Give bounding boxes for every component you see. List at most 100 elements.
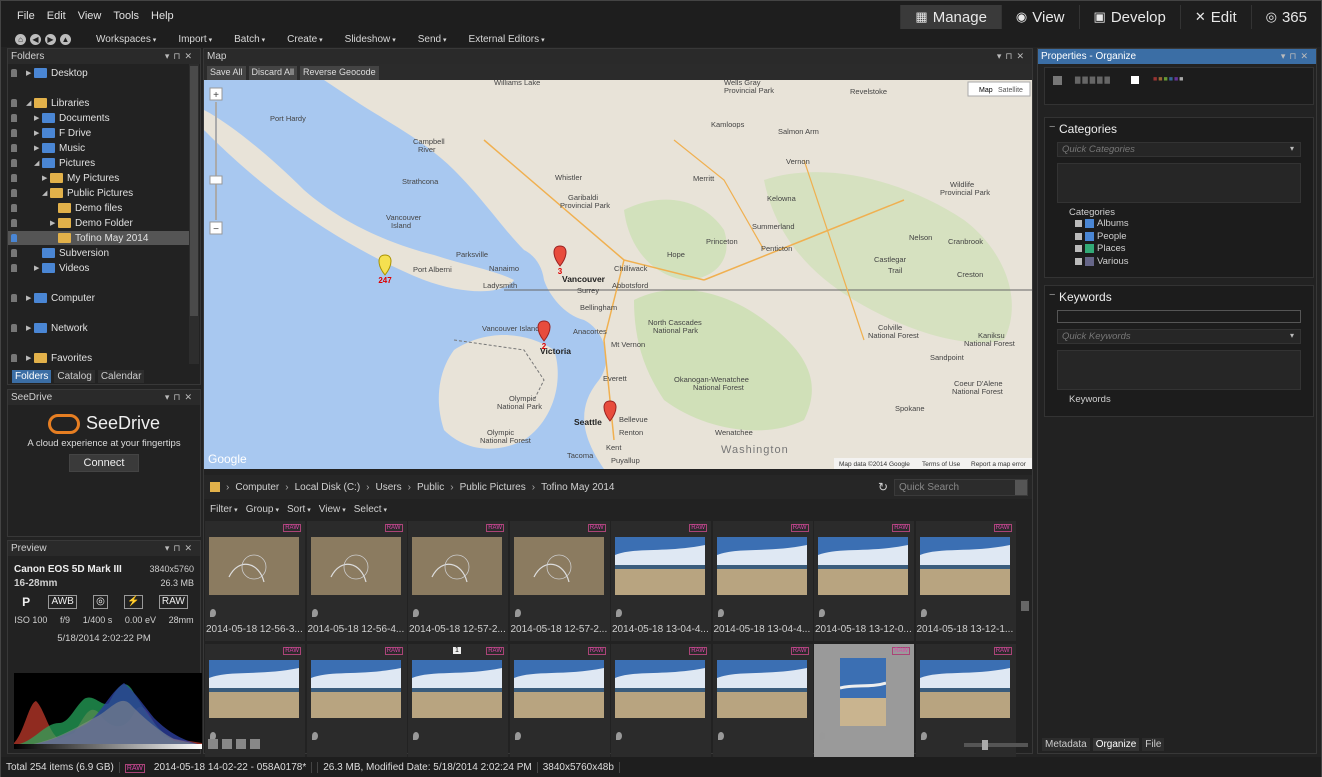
save-all-button[interactable]: Save All [207, 66, 246, 80]
tab-folders[interactable]: Folders [12, 370, 52, 383]
thumbnail-cell[interactable]: RAW 2014-05-18 13-12-1... [915, 521, 1016, 641]
thumbnail-cell[interactable]: RAW [611, 644, 711, 764]
folder-item[interactable]: ▶ Network [8, 321, 194, 335]
keywords-title[interactable]: Keywords [1045, 286, 1313, 304]
tab-file[interactable]: File [1142, 738, 1165, 751]
up-icon[interactable]: ▲ [60, 33, 71, 45]
thumbnail-cell[interactable]: RAW 2014-05-18 12-56-4... [306, 521, 407, 641]
category-albums[interactable]: Albums [1045, 218, 1313, 231]
refresh-icon[interactable]: ↻ [878, 480, 888, 494]
folder-item[interactable]: ▶ Favorites [8, 351, 194, 365]
rotate-right-icon[interactable] [222, 739, 232, 749]
tab-organize[interactable]: Organize [1092, 738, 1140, 751]
panel-controls[interactable]: ▾⊓✕ [165, 49, 196, 64]
thumbnail-cell[interactable]: RAW 2014-05-18 13-12-0... [814, 521, 914, 641]
mode-view[interactable]: ◉ View [1000, 5, 1079, 29]
thumbnail-cell[interactable]: RAW 2014-05-18 13-04-4... [611, 521, 711, 641]
panel-controls[interactable]: ▾⊓✕ [997, 49, 1028, 64]
zoom-slider[interactable] [964, 740, 1028, 750]
folder-item[interactable]: ◢ Pictures [8, 156, 194, 170]
external-editors-menu[interactable]: External Editors [460, 34, 554, 45]
layout-icon[interactable] [250, 739, 260, 749]
thumbnail-cell[interactable]: RAW 2014-05-18 12-57-2... [509, 521, 610, 641]
menu-tools[interactable]: Tools [107, 10, 145, 22]
breadcrumb-item[interactable]: Local Disk (C:) [295, 482, 361, 493]
reverse-geocode-button[interactable]: Reverse Geocode [300, 66, 379, 80]
thumbnail-cell[interactable]: RAW 2014-05-18 12-57-2... [408, 521, 508, 641]
categories-title[interactable]: Categories [1045, 118, 1313, 136]
folder-item[interactable]: ▶ Computer [8, 291, 194, 305]
clear-rating-icon[interactable] [1131, 76, 1139, 84]
category-various[interactable]: Various [1045, 256, 1313, 269]
breadcrumb-item[interactable]: Users [376, 482, 402, 493]
forward-icon[interactable]: ▶ [45, 33, 56, 45]
group-menu[interactable]: Group [246, 504, 279, 515]
mode-edit[interactable]: ✕ Edit [1179, 5, 1251, 29]
import-menu[interactable]: Import [169, 34, 221, 45]
filter-menu[interactable]: Filter [210, 504, 238, 515]
tab-metadata[interactable]: Metadata [1042, 738, 1090, 751]
thumbnail-cell[interactable]: RAW [814, 644, 914, 764]
batch-menu[interactable]: Batch [225, 34, 274, 45]
tag-icon[interactable] [236, 739, 246, 749]
create-menu[interactable]: Create [278, 34, 331, 45]
color-labels[interactable]: ■■■■■■ [1153, 76, 1184, 83]
breadcrumb-item[interactable]: Public Pictures [460, 482, 526, 493]
folder-item[interactable]: Subversion [8, 246, 194, 260]
quick-categories-select[interactable]: Quick Categories [1057, 142, 1301, 157]
folder-item[interactable]: ▶ F Drive [8, 126, 194, 140]
mode-manage[interactable]: ▦ Manage [900, 5, 1001, 29]
rating-stars[interactable]: ▇▇▇▇▇ [1075, 76, 1112, 84]
search-dropdown[interactable] [1015, 480, 1027, 495]
map-view[interactable]: + − Map Satellite Williams Lake Wells Gr… [204, 80, 1032, 469]
menu-help[interactable]: Help [145, 10, 180, 22]
thumbnail-cell[interactable]: RAW [306, 644, 407, 764]
folder-item[interactable]: ▶ Videos [8, 261, 194, 275]
menu-view[interactable]: View [72, 10, 108, 22]
menu-file[interactable]: File [11, 10, 41, 22]
keyword-root[interactable]: Keywords [1057, 394, 1313, 405]
home-icon[interactable]: ⌂ [15, 33, 26, 45]
select-menu[interactable]: Select [354, 504, 387, 515]
panel-controls[interactable]: ▾⊓✕ [1281, 49, 1312, 64]
map-type-map[interactable]: Map [979, 87, 993, 94]
folder-item[interactable]: ◢ Public Pictures [8, 186, 194, 200]
folder-item[interactable]: ▶ Documents [8, 111, 194, 125]
menu-edit[interactable]: Edit [41, 10, 72, 22]
folder-item[interactable]: ▶ My Pictures [8, 171, 194, 185]
thumbnail-cell[interactable]: RAW 2014-05-18 13-04-4... [712, 521, 813, 641]
sort-menu[interactable]: Sort [287, 504, 311, 515]
panel-controls[interactable]: ▾⊓✕ [165, 390, 196, 405]
workspaces-menu[interactable]: Workspaces [87, 34, 165, 45]
tag-checkbox[interactable] [1053, 76, 1062, 85]
category-root[interactable]: Categories [1057, 207, 1313, 218]
quick-keywords-select[interactable]: Quick Keywords [1057, 329, 1301, 344]
tab-catalog[interactable]: Catalog [54, 370, 95, 383]
back-icon[interactable]: ◀ [30, 33, 41, 45]
category-places[interactable]: Places [1045, 243, 1313, 256]
map-type-satellite[interactable]: Satellite [998, 87, 1023, 94]
keyword-input[interactable] [1057, 310, 1301, 323]
category-people[interactable]: People [1045, 231, 1313, 244]
rotate-left-icon[interactable] [208, 739, 218, 749]
thumbnail-cell[interactable]: RAW 2014-05-18 12-56-3... [205, 521, 305, 641]
thumbnails-scrollbar[interactable] [1020, 521, 1030, 735]
folder-item[interactable]: Demo files [8, 201, 194, 215]
breadcrumb-item[interactable]: Computer [235, 482, 279, 493]
discard-all-button[interactable]: Discard All [248, 66, 298, 80]
thumbnail-cell[interactable]: RAW [509, 644, 610, 764]
panel-controls[interactable]: ▾⊓✕ [165, 541, 196, 556]
folder-item[interactable]: ▶ Desktop [8, 66, 194, 80]
breadcrumb-item[interactable]: Public [417, 482, 444, 493]
view-menu[interactable]: View [319, 504, 346, 515]
tab-calendar[interactable]: Calendar [97, 370, 145, 383]
folders-scrollbar[interactable] [189, 64, 199, 364]
folder-item[interactable]: ▶ Demo Folder [8, 216, 194, 230]
mode-develop[interactable]: ▣ Develop [1078, 5, 1180, 29]
slideshow-menu[interactable]: Slideshow [336, 34, 405, 45]
send-menu[interactable]: Send [409, 34, 456, 45]
folder-item-selected[interactable]: Tofino May 2014 [8, 231, 194, 245]
folder-item[interactable]: ◢ Libraries [8, 96, 194, 110]
folder-item[interactable]: ▶ Music [8, 141, 194, 155]
quick-search-input[interactable]: Quick Search [894, 479, 1028, 496]
